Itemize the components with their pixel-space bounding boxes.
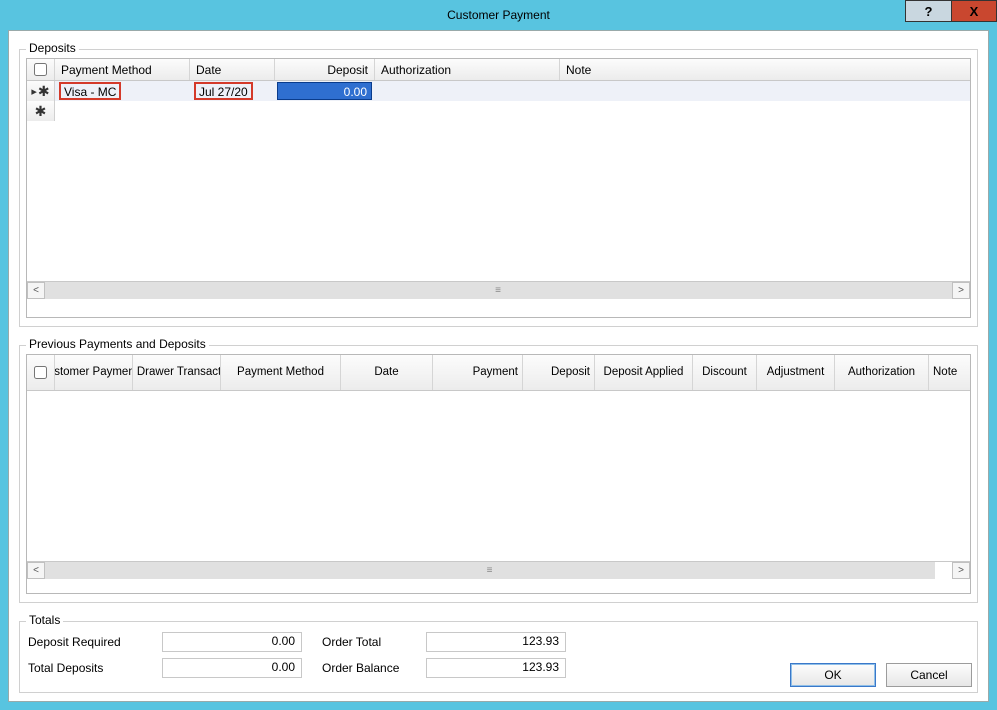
scroll-right-icon[interactable]: > xyxy=(952,562,970,579)
cell-date[interactable]: Jul 27/20 xyxy=(190,81,275,101)
totals-col-left: Deposit Required 0.00 Total Deposits 0.0… xyxy=(28,632,302,678)
deposits-select-all-checkbox[interactable] xyxy=(34,63,47,76)
cell-deposit[interactable]: 0.00 xyxy=(275,81,375,101)
cell-authorization[interactable] xyxy=(375,81,560,101)
totals-row-order-total: Order Total 123.93 xyxy=(322,632,566,652)
total-deposits-field: 0.00 xyxy=(162,658,302,678)
cell-payment-method[interactable]: Visa - MC xyxy=(55,81,190,101)
previous-col-customer-payment-no[interactable]: Customer Payment # xyxy=(55,355,133,390)
previous-col-adjustment[interactable]: Adjustment xyxy=(757,355,835,390)
scroll-track[interactable]: ≡ xyxy=(45,282,952,299)
deposits-empty-area xyxy=(27,121,970,281)
help-icon: ? xyxy=(925,4,933,19)
customer-payment-window: Customer Payment ? X Deposits Payment Me… xyxy=(0,0,997,710)
close-button[interactable]: X xyxy=(951,0,997,22)
previous-empty-area xyxy=(27,391,970,561)
cell-date[interactable] xyxy=(190,101,275,121)
totals-row-total-deposits: Total Deposits 0.00 xyxy=(28,658,302,678)
deposits-col-authorization[interactable]: Authorization xyxy=(375,59,560,80)
scroll-left-icon[interactable]: < xyxy=(27,282,45,299)
totals-legend: Totals xyxy=(26,613,63,627)
titlebar-buttons: ? X xyxy=(905,0,997,22)
cell-deposit[interactable] xyxy=(275,101,375,121)
previous-col-discount[interactable]: Discount xyxy=(693,355,757,390)
deposits-col-deposit[interactable]: Deposit xyxy=(275,59,375,80)
cell-note[interactable] xyxy=(560,81,970,101)
previous-col-cash-drawer-txn-no[interactable]: Cash Drawer Transaction # xyxy=(133,355,221,390)
current-row-icon: ▸ xyxy=(31,85,37,98)
totals-col-right: Order Total 123.93 Order Balance 123.93 xyxy=(322,632,566,678)
totals-row-deposit-required: Deposit Required 0.00 xyxy=(28,632,302,652)
cell-authorization[interactable] xyxy=(375,101,560,121)
deposits-hscroll[interactable]: < ≡ > xyxy=(27,281,970,299)
scroll-grip-icon: ≡ xyxy=(495,285,502,296)
payment-method-highlight: Visa - MC xyxy=(59,82,121,100)
client-area: Deposits Payment Method Date Deposit Aut… xyxy=(8,30,989,702)
deposits-col-payment-method[interactable]: Payment Method xyxy=(55,59,190,80)
deposits-col-date[interactable]: Date xyxy=(190,59,275,80)
previous-hscroll[interactable]: < ≡ > xyxy=(27,561,970,579)
deposits-header-row: Payment Method Date Deposit Authorizatio… xyxy=(27,59,970,81)
close-icon: X xyxy=(970,4,979,19)
previous-col-note[interactable]: Note xyxy=(929,355,970,390)
scroll-left-icon[interactable]: < xyxy=(27,562,45,579)
new-row-icon: ✱ xyxy=(35,104,47,118)
previous-col-deposit[interactable]: Deposit xyxy=(523,355,595,390)
deposits-legend: Deposits xyxy=(26,41,79,55)
ok-button[interactable]: OK xyxy=(790,663,876,687)
scroll-right-icon[interactable]: > xyxy=(952,282,970,299)
scroll-grip-icon: ≡ xyxy=(487,565,494,576)
deposit-required-field: 0.00 xyxy=(162,632,302,652)
footer-buttons: OK Cancel xyxy=(790,663,972,687)
deposits-col-note[interactable]: Note xyxy=(560,59,970,80)
deposit-input-selected[interactable]: 0.00 xyxy=(277,82,372,100)
order-total-field: 123.93 xyxy=(426,632,566,652)
cell-note[interactable] xyxy=(560,101,970,121)
deposits-header-check[interactable] xyxy=(27,59,55,80)
previous-header-check[interactable] xyxy=(27,355,55,390)
deposits-body: ▸✱ Visa - MC Jul 27/20 0.00 xyxy=(27,81,970,281)
cancel-button[interactable]: Cancel xyxy=(886,663,972,687)
previous-col-deposit-applied[interactable]: Deposit Applied xyxy=(595,355,693,390)
previous-col-date[interactable]: Date xyxy=(341,355,433,390)
order-total-label: Order Total xyxy=(322,635,422,649)
deposit-required-label: Deposit Required xyxy=(28,635,158,649)
new-row-icon: ✱ xyxy=(38,84,50,98)
cell-payment-method[interactable] xyxy=(55,101,190,121)
previous-legend: Previous Payments and Deposits xyxy=(26,337,209,351)
order-balance-field: 123.93 xyxy=(426,658,566,678)
scroll-track[interactable]: ≡ xyxy=(45,562,935,579)
deposits-group: Deposits Payment Method Date Deposit Aut… xyxy=(19,49,978,327)
totals-row-order-balance: Order Balance 123.93 xyxy=(322,658,566,678)
titlebar: Customer Payment ? X xyxy=(0,0,997,30)
help-button[interactable]: ? xyxy=(905,0,951,22)
previous-col-authorization[interactable]: Authorization xyxy=(835,355,929,390)
window-title: Customer Payment xyxy=(447,8,550,22)
date-highlight: Jul 27/20 xyxy=(194,82,253,100)
previous-grid[interactable]: Customer Payment # Cash Drawer Transacti… xyxy=(26,354,971,594)
table-row[interactable]: ▸✱ Visa - MC Jul 27/20 0.00 xyxy=(27,81,970,101)
previous-select-all-checkbox[interactable] xyxy=(34,366,47,379)
previous-payments-group: Previous Payments and Deposits Customer … xyxy=(19,345,978,603)
row-indicator: ✱ xyxy=(27,101,55,121)
previous-col-payment-method[interactable]: Payment Method xyxy=(221,355,341,390)
order-balance-label: Order Balance xyxy=(322,661,422,675)
deposits-grid[interactable]: Payment Method Date Deposit Authorizatio… xyxy=(26,58,971,318)
previous-header-row: Customer Payment # Cash Drawer Transacti… xyxy=(27,355,970,391)
scroll-track-disabled xyxy=(935,562,952,579)
previous-col-payment[interactable]: Payment xyxy=(433,355,523,390)
row-indicator: ▸✱ xyxy=(27,81,55,101)
table-row[interactable]: ✱ xyxy=(27,101,970,121)
total-deposits-label: Total Deposits xyxy=(28,661,158,675)
